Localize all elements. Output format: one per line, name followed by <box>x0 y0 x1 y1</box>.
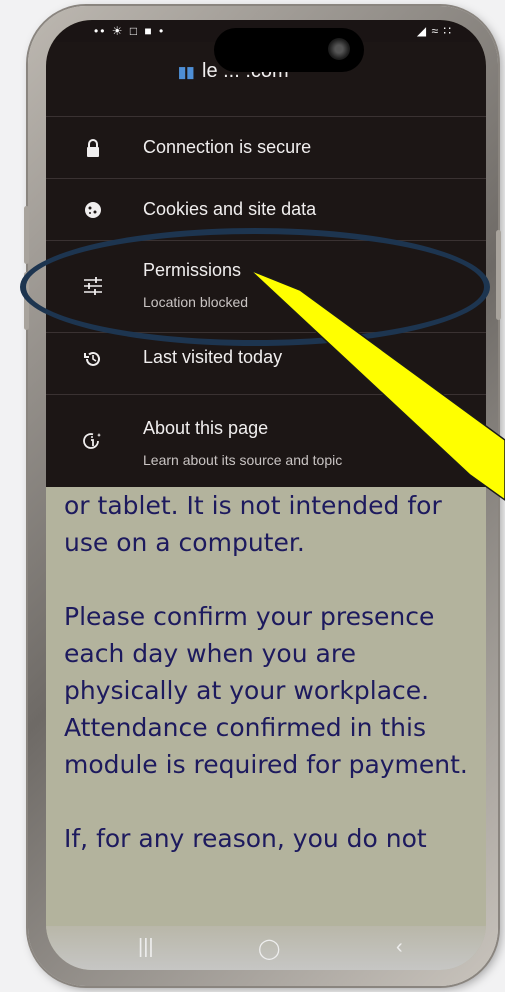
annotation-arrow <box>249 269 505 501</box>
